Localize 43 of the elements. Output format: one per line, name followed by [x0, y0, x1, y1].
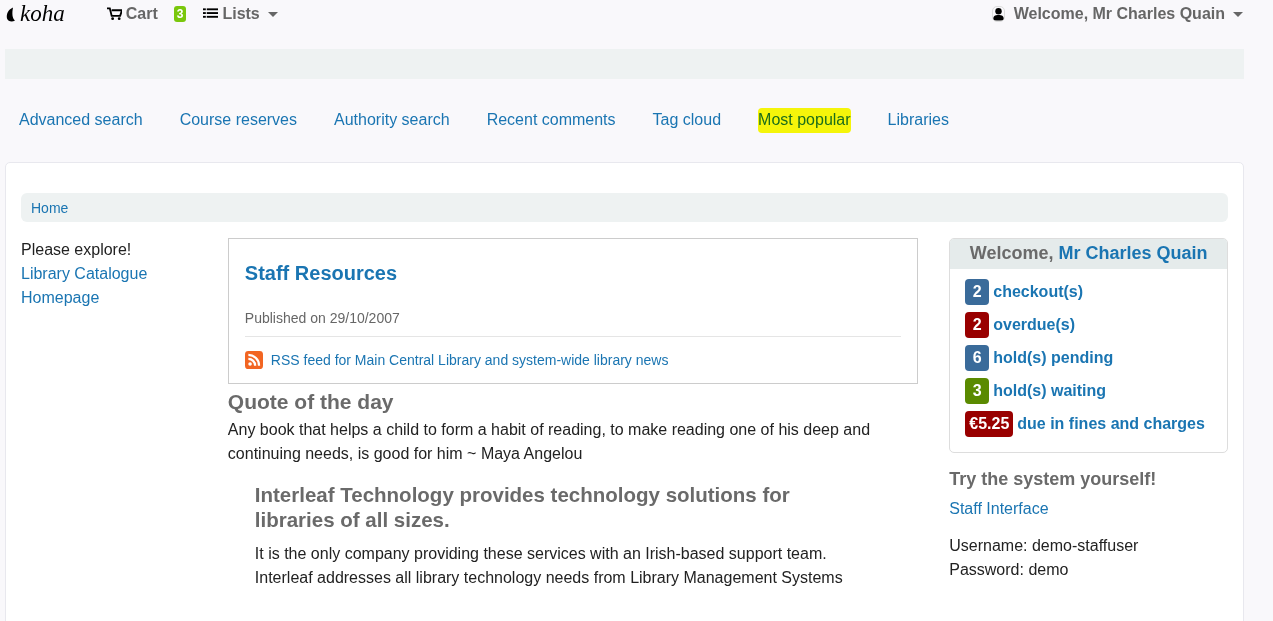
cart-link[interactable]: Cart [106, 5, 158, 23]
summary-link[interactable]: checkout(s) [993, 283, 1084, 301]
rss-link[interactable]: RSS feed for Main Central Library and system-wide library news [270, 352, 669, 368]
promo-heading: Interleaf Technology provides technology solutions for libraries of all sizes. [254, 482, 791, 532]
staff-interface-link[interactable]: Staff Interface [949, 500, 1228, 518]
summary-link[interactable]: hold(s) pending [993, 349, 1114, 367]
count-badge: 2 [965, 279, 990, 305]
news-title[interactable]: Staff Resources [244, 262, 902, 285]
breadcrumb-link[interactable]: Home [31, 199, 69, 216]
try-heading: Try the system yourself! [949, 469, 1158, 490]
published-date: Published on 29/10/2007 [244, 310, 902, 337]
quote-heading: Quote of the day [227, 390, 395, 414]
count-badge: €5.25 [965, 411, 1014, 437]
cart-count: 3 [173, 6, 187, 22]
user-icon [991, 6, 1005, 22]
cart-icon [106, 7, 122, 21]
lists-menu[interactable]: Lists [203, 5, 278, 23]
nav-link[interactable]: Libraries [887, 108, 949, 133]
sidebar-link[interactable]: Library Catalogue [21, 262, 228, 286]
quote-text: Any book that helps a child to form a habit of reading, to make reading one of his deep and continuing needs, is good for him ~ Maya Angelou [227, 420, 872, 464]
count-badge: 6 [965, 345, 990, 371]
nav-link[interactable]: Course reserves [179, 108, 297, 133]
koha-logo[interactable]: koha [6, 1, 65, 27]
summary-link[interactable]: due in fines and charges [1017, 415, 1205, 433]
sidebar-link[interactable]: Homepage [21, 286, 228, 310]
list-icon [203, 7, 219, 21]
nav-link[interactable]: Recent comments [486, 108, 616, 133]
summary-link[interactable]: overdue(s) [993, 316, 1076, 334]
count-badge: 3 [965, 378, 990, 404]
user-menu[interactable]: Welcome, Mr Charles Quain [991, 5, 1243, 23]
rss-icon [244, 351, 263, 369]
credential-text: Username: demo-staffuser [949, 536, 1140, 556]
nav-link[interactable]: Authority search [334, 108, 450, 133]
credential-text: Password: demo [949, 560, 1070, 580]
count-badge: 2 [965, 312, 990, 338]
welcome-label: Welcome, [969, 243, 1054, 263]
nav-link[interactable]: Tag cloud [652, 108, 722, 133]
explore-text: Please explore! [21, 240, 133, 260]
summary-link[interactable]: hold(s) waiting [993, 382, 1107, 400]
user-name-link[interactable]: Mr Charles Quain [1058, 243, 1208, 263]
promo-text: It is the only company providing these services with an Irish-based support team. Interleaf addresses all library technology needs from Library Management Systems [254, 544, 844, 588]
nav-link[interactable]: Advanced search [19, 108, 143, 133]
nav-link[interactable]: Most popular [758, 108, 851, 133]
